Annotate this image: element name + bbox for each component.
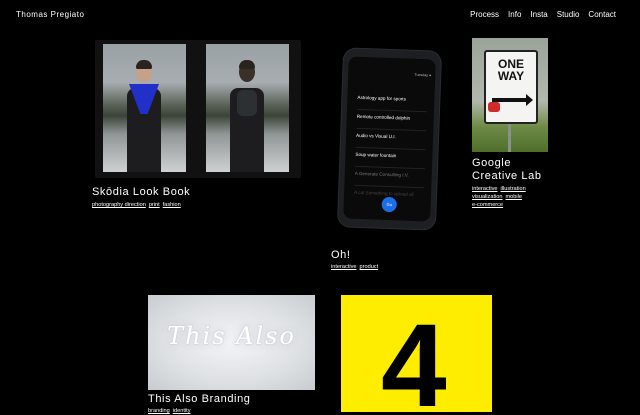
project-title-skodia[interactable]: Skōdia Look Book [92,186,190,199]
top-nav: Process Info Insta Studio Contact [470,10,616,19]
skodia-lookbook-image[interactable] [95,40,301,178]
big-numeral: 4 [381,300,447,412]
project-tags-google: interactive illustration visualization mob… [472,185,529,209]
project-title-oh[interactable]: Oh! [331,249,351,262]
nav-process[interactable]: Process [470,10,499,19]
oh-app-phone-image[interactable]: Tuesday ● Astrology app for sports Remot… [337,48,442,230]
phone-status-text: Tuesday ● [414,72,432,78]
project-title-this-also[interactable]: This Also Branding [148,393,251,406]
this-also-neon-image[interactable]: This Also [148,295,315,390]
phone-list-item: Astrology app for sports [356,90,428,113]
project-tags-skodia: photography direction print fashion [92,201,184,209]
four-project-image[interactable]: 4 [341,295,492,412]
one-way-sign: ONE WAY [484,50,538,124]
phone-list-item: Audio vs Visual U.I. [355,128,427,151]
phone-list-item: Remote controlled dolphin [356,109,427,132]
google-creative-lab-image[interactable]: ONE WAY [472,38,548,152]
tag-link[interactable]: mobile [505,194,521,200]
tag-link[interactable]: visualization [472,194,502,200]
tag-link[interactable]: e-commerce [472,202,503,208]
tag-link[interactable]: interactive [331,264,357,270]
nav-contact[interactable]: Contact [588,10,616,19]
lookbook-photo-front [103,44,186,172]
project-tags-this-also: branding identity [148,407,194,415]
tag-link[interactable]: photography direction [92,202,146,208]
phone-list-item: Soup water fountain [355,147,426,170]
tag-link[interactable]: fashion [163,202,181,208]
nav-info[interactable]: Info [508,10,521,19]
tag-link[interactable]: illustration [501,186,526,192]
neon-sign-text: This Also [167,322,296,350]
tag-link[interactable]: identity [173,408,191,414]
site-logo[interactable]: Thomas Pregiato [16,10,84,19]
nav-studio[interactable]: Studio [557,10,580,19]
phone-list-item: A Generate Consulting I.V. [354,166,425,189]
project-title-google[interactable]: Google Creative Lab [472,157,542,183]
tag-link[interactable]: product [360,264,379,270]
lookbook-photo-back [206,44,289,172]
phone-screen: Tuesday ● Astrology app for sports Remot… [343,56,436,222]
tag-link[interactable]: interactive [472,186,498,192]
sign-text: WAY [497,69,525,83]
phone-go-button: Go [381,196,397,213]
tag-link[interactable]: branding [148,408,170,414]
tag-link[interactable]: print [149,202,160,208]
project-tags-oh: interactive product [331,263,381,271]
nav-insta[interactable]: Insta [530,10,547,19]
